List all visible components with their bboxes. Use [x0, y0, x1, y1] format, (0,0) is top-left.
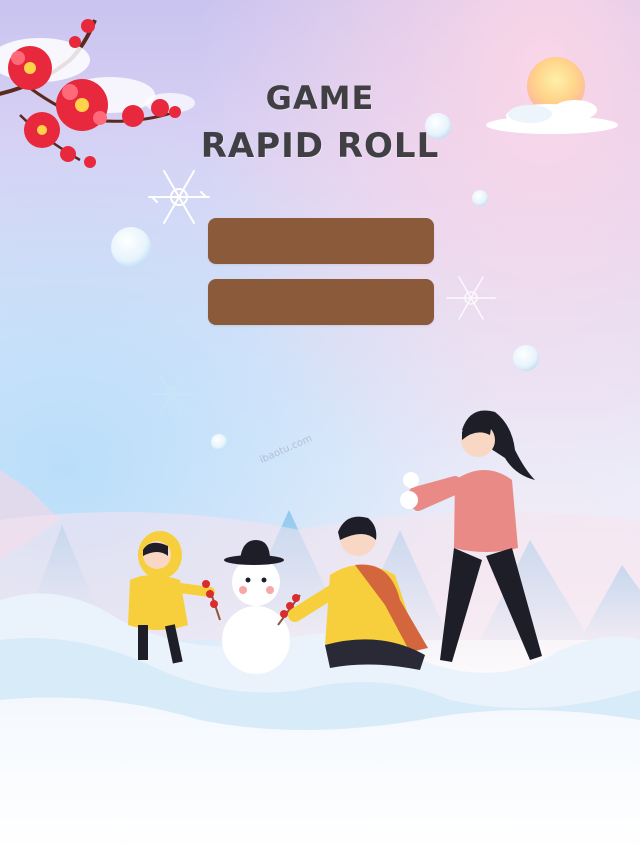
snowflake-icon [148, 170, 210, 224]
snowflake-icon [446, 276, 496, 320]
menu-button-1[interactable] [208, 218, 434, 264]
snowflake-icon [148, 374, 194, 414]
game-title-line1: GAME [265, 79, 375, 117]
game-title-line2: RAPID ROLL [200, 126, 440, 166]
menu-button-2[interactable] [208, 279, 434, 325]
